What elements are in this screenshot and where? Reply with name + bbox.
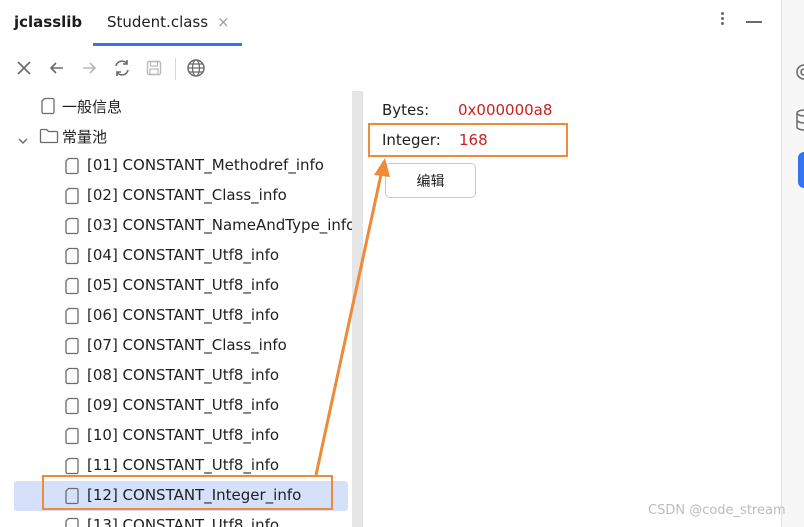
file-icon	[64, 187, 80, 205]
close-icon[interactable]	[12, 56, 36, 80]
refresh-icon[interactable]	[110, 56, 134, 80]
more-options-icon[interactable]	[714, 10, 730, 32]
tree-item-label: [13] CONSTANT_Utf8_info	[87, 516, 280, 527]
tree-item-label: 常量池	[62, 128, 108, 146]
tree-item-constant[interactable]: [04] CONSTANT_Utf8_info	[0, 241, 352, 271]
file-icon	[64, 277, 80, 295]
file-icon	[64, 397, 80, 415]
class-structure-icon[interactable]	[792, 152, 804, 188]
file-icon	[64, 457, 80, 475]
tree-item-constant[interactable]: [13] CONSTANT_Utf8_info	[0, 511, 352, 527]
file-icon	[64, 307, 80, 325]
app-title: jclasslib	[14, 13, 83, 31]
split-divider[interactable]	[362, 91, 363, 527]
file-icon	[64, 427, 80, 445]
tree-item-label: [10] CONSTANT_Utf8_info	[87, 426, 280, 444]
watermark: CSDN @code_stream	[648, 503, 786, 518]
file-icon	[64, 217, 80, 235]
tree-item-label: [03] CONSTANT_NameAndType_info	[87, 216, 352, 234]
tree-item-constant[interactable]: [08] CONSTANT_Utf8_info	[0, 361, 352, 391]
tree-item-constant[interactable]: [09] CONSTANT_Utf8_info	[0, 391, 352, 421]
tree-item-constant[interactable]: [01] CONSTANT_Methodref_info	[0, 151, 352, 181]
file-icon	[64, 367, 80, 385]
toolbar-separator	[175, 58, 176, 80]
database-icon[interactable]	[792, 108, 804, 132]
right-tool-rail	[781, 0, 804, 527]
tree-item-label: [11] CONSTANT_Utf8_info	[87, 456, 280, 474]
tree-item-constant[interactable]: [10] CONSTANT_Utf8_info	[0, 421, 352, 451]
tree-item-constant[interactable]: [06] CONSTANT_Utf8_info	[0, 301, 352, 331]
toolbar	[0, 50, 781, 86]
tree-item-label: [08] CONSTANT_Utf8_info	[87, 366, 280, 384]
file-icon	[40, 97, 56, 115]
tree-item-label: [09] CONSTANT_Utf8_info	[87, 396, 280, 414]
class-structure-tree: 一般信息 常量池 [01] CONSTANT_Methodref_info [02…	[0, 91, 352, 527]
tab-label: Student.class	[107, 13, 209, 31]
forward-arrow-icon[interactable]	[77, 56, 101, 80]
minimize-icon[interactable]	[746, 21, 762, 23]
tree-item-label: [02] CONSTANT_Class_info	[87, 186, 287, 204]
tree-item-constant[interactable]: [03] CONSTANT_NameAndType_info	[0, 211, 352, 241]
back-arrow-icon[interactable]	[45, 56, 69, 80]
integer-highlight-box	[368, 123, 568, 157]
tree-item-label: 一般信息	[62, 98, 123, 116]
tree-item-label: [05] CONSTANT_Utf8_info	[87, 276, 280, 294]
tab-student-class[interactable]: Student.class ×	[93, 0, 242, 46]
tree-item-label: [07] CONSTANT_Class_info	[87, 336, 287, 354]
globe-icon[interactable]	[184, 56, 208, 80]
tree-item-general-info[interactable]: 一般信息	[0, 91, 352, 121]
file-icon	[64, 247, 80, 265]
bytes-label: Bytes:	[382, 101, 430, 119]
tab-close-icon[interactable]: ×	[217, 12, 230, 32]
file-icon	[64, 337, 80, 355]
header-bar: jclasslib Student.class ×	[0, 0, 781, 46]
edit-button[interactable]: 编辑	[385, 163, 476, 198]
save-icon[interactable]	[142, 56, 166, 80]
tree-item-label: [01] CONSTANT_Methodref_info	[87, 156, 324, 174]
folder-icon	[39, 127, 59, 145]
tree-item-label: [04] CONSTANT_Utf8_info	[87, 246, 280, 264]
swirl-icon[interactable]	[792, 60, 804, 84]
file-icon	[64, 157, 80, 175]
file-icon	[64, 517, 80, 527]
tree-item-constant[interactable]: [07] CONSTANT_Class_info	[0, 331, 352, 361]
tree-item-constant[interactable]: [05] CONSTANT_Utf8_info	[0, 271, 352, 301]
tree-item-constant[interactable]: [02] CONSTANT_Class_info	[0, 181, 352, 211]
chevron-down-icon[interactable]	[18, 131, 28, 144]
tree-item-label: [06] CONSTANT_Utf8_info	[87, 306, 280, 324]
tree-scrollbar[interactable]	[352, 91, 362, 527]
active-tab-indicator	[93, 43, 242, 46]
selected-item-highlight-box	[42, 475, 333, 510]
bytes-value: 0x000000a8	[458, 101, 553, 119]
tree-item-constant-pool[interactable]: 常量池	[0, 121, 352, 151]
